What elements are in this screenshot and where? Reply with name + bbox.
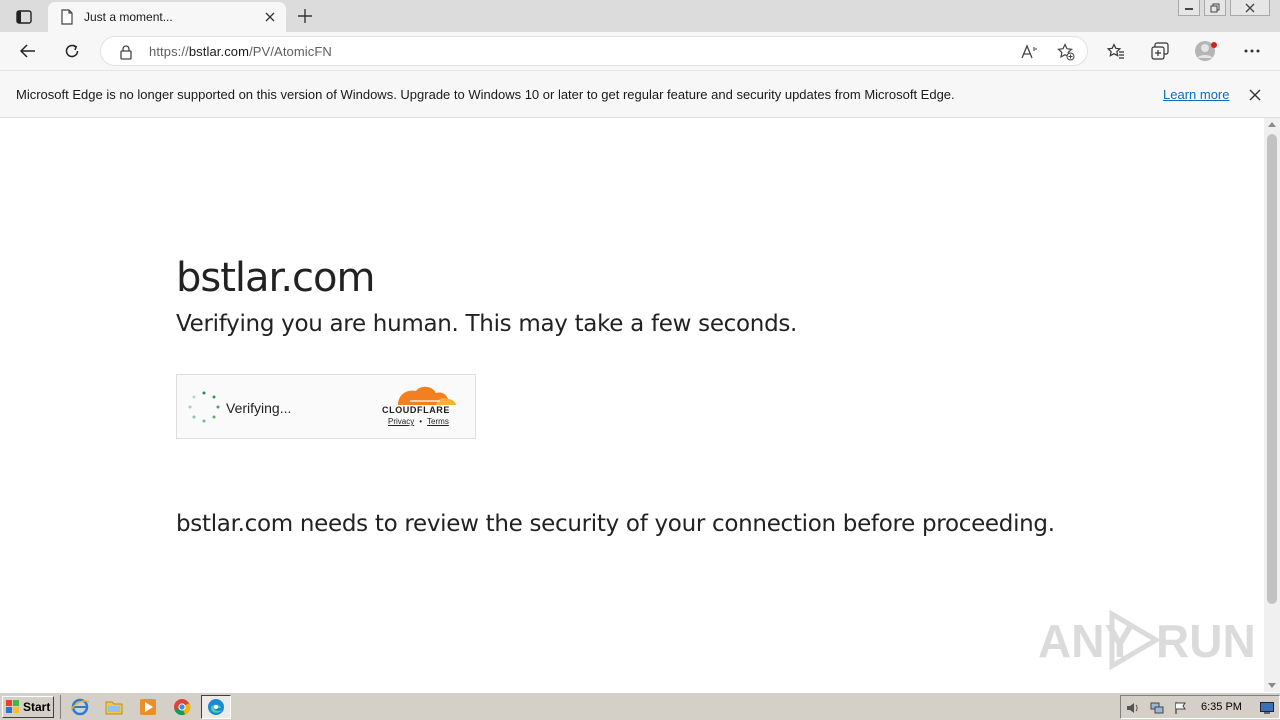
restore-icon[interactable] — [1204, 0, 1226, 16]
unsupported-os-infobar: Microsoft Edge is no longer supported on… — [0, 70, 1280, 118]
address-bar[interactable]: https://bstlar.com/PV/AtomicFN — [100, 36, 1088, 66]
volume-icon[interactable] — [1125, 700, 1141, 716]
refresh-icon[interactable] — [58, 37, 86, 65]
network-icon[interactable] — [1149, 700, 1165, 716]
more-options-icon[interactable] — [1238, 37, 1266, 65]
scroll-thumb[interactable] — [1267, 134, 1277, 604]
profile-avatar-icon[interactable] — [1192, 37, 1220, 65]
file-explorer-icon[interactable] — [99, 695, 129, 719]
url-scheme: https:// — [149, 44, 189, 59]
tab-close-icon[interactable] — [262, 9, 278, 25]
action-center-flag-icon[interactable] — [1173, 700, 1189, 716]
new-tab-icon[interactable] — [294, 6, 316, 26]
start-label: Start — [23, 700, 51, 714]
verifying-status: Verifying... — [226, 400, 292, 416]
vertical-scrollbar[interactable] — [1264, 118, 1280, 692]
start-button[interactable]: Start — [2, 696, 54, 718]
browser-tab[interactable]: Just a moment... — [48, 2, 286, 32]
learn-more-link[interactable]: Learn more — [1163, 87, 1229, 102]
minimize-icon[interactable] — [1178, 0, 1200, 16]
windows-taskbar: Start 6:35 PM — [0, 692, 1280, 720]
infobar-close-icon[interactable] — [1246, 86, 1264, 104]
edge-icon[interactable] — [201, 695, 231, 719]
links-separator: • — [419, 417, 423, 426]
tab-actions-icon[interactable] — [10, 6, 38, 28]
url-host: bstlar.com — [188, 44, 250, 59]
back-icon[interactable] — [14, 37, 42, 65]
scroll-up-icon[interactable] — [1268, 122, 1276, 127]
terms-link[interactable]: Terms — [427, 417, 449, 426]
lock-icon[interactable] — [119, 44, 133, 60]
watermark-right: RUN — [1156, 615, 1256, 667]
media-player-icon[interactable] — [133, 695, 163, 719]
quick-launch — [60, 695, 231, 719]
show-desktop-icon[interactable] — [1259, 700, 1275, 716]
page-icon — [60, 9, 74, 25]
add-favorite-icon[interactable] — [1055, 41, 1077, 63]
verification-subtitle: Verifying you are human. This may take a… — [176, 311, 798, 337]
infobar-message: Microsoft Edge is no longer supported on… — [16, 87, 955, 102]
window-controls — [1178, 0, 1270, 18]
loading-spinner-icon — [188, 391, 220, 423]
cloudflare-wordmark: CLOUDFLARE — [382, 405, 450, 415]
cloudflare-challenge-widget[interactable]: Verifying... CLOUDFLARE Privacy • Terms — [176, 374, 476, 439]
cloudflare-cloud-icon — [380, 385, 462, 421]
system-tray: 6:35 PM — [1120, 695, 1280, 719]
tab-strip: Just a moment... — [0, 0, 1280, 32]
read-aloud-icon[interactable] — [1019, 41, 1041, 63]
internet-explorer-icon[interactable] — [65, 695, 95, 719]
watermark-play-icon — [1109, 610, 1161, 670]
scroll-down-icon[interactable] — [1268, 683, 1276, 688]
browser-toolbar: https://bstlar.com/PV/AtomicFN — [0, 32, 1280, 70]
url-text[interactable]: https://bstlar.com/PV/AtomicFN — [149, 44, 332, 59]
site-title: bstlar.com — [176, 255, 375, 301]
tab-title: Just a moment... — [84, 10, 173, 24]
url-path: /PV/AtomicFN — [249, 44, 332, 59]
taskbar-clock: 6:35 PM — [1201, 701, 1242, 713]
widget-links: Privacy • Terms — [388, 417, 449, 426]
chrome-icon[interactable] — [167, 695, 197, 719]
favorites-icon[interactable] — [1102, 37, 1130, 65]
collections-icon[interactable] — [1146, 37, 1174, 65]
anyrun-watermark: ANY RUN — [1038, 608, 1256, 672]
windows-flag-icon — [6, 700, 19, 713]
close-window-icon[interactable] — [1230, 0, 1270, 16]
page-content: bstlar.com Verifying you are human. This… — [0, 118, 1264, 692]
security-review-text: bstlar.com needs to review the security … — [176, 511, 1055, 537]
privacy-link[interactable]: Privacy — [388, 417, 414, 426]
